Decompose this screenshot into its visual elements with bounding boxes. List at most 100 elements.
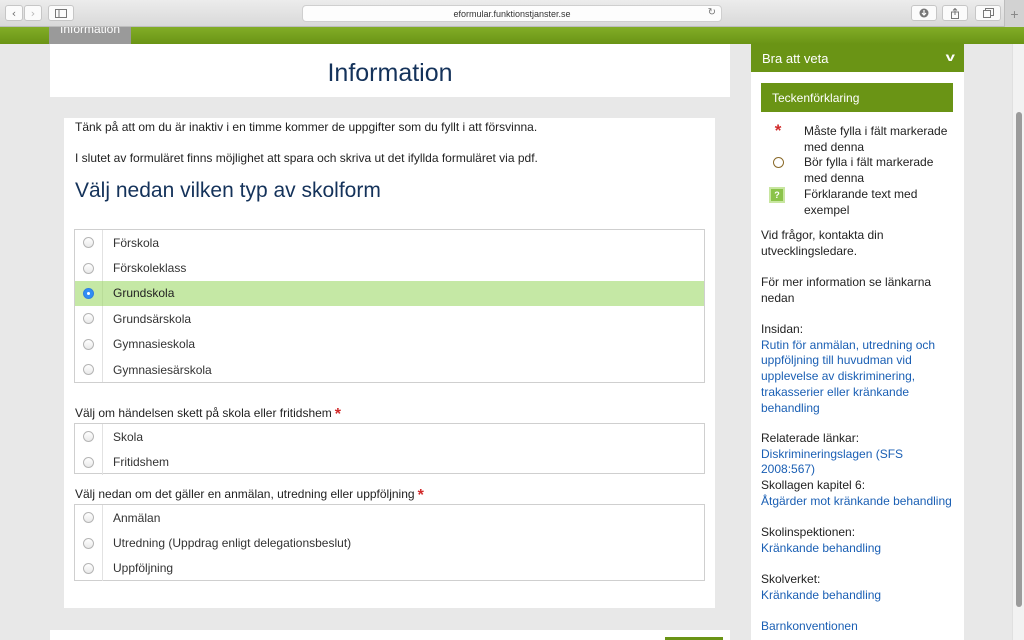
sidebar-header-title: Bra att veta xyxy=(762,50,829,66)
school-type-heading: Välj nedan vilken typ av skolform xyxy=(75,179,381,202)
barnkonventionen-link[interactable]: Barnkonventionen xyxy=(761,619,957,635)
insidan-label: Insidan: xyxy=(761,322,804,336)
page-title: Information xyxy=(327,59,453,87)
option-forskoleklass[interactable]: Förskoleklass xyxy=(75,255,704,281)
question-text: Välj nedan om det gäller en anmälan, utr… xyxy=(75,487,415,501)
chevron-down-icon[interactable]: v xyxy=(946,50,955,64)
school-type-options: Förskola Förskoleklass Grundskola Grunds… xyxy=(74,229,705,383)
option-label: Grundsärskola xyxy=(113,311,192,326)
sidebar-toggle-button[interactable] xyxy=(48,5,74,21)
option-label: Uppföljning xyxy=(113,561,174,576)
new-tab-icon[interactable]: + xyxy=(1004,0,1024,27)
radio-button[interactable] xyxy=(83,313,94,325)
radio-button[interactable] xyxy=(83,562,94,574)
skolinspektionen-section: Skolinspektionen: Kränkande behandling xyxy=(761,525,957,556)
option-label: Anmälan xyxy=(113,510,161,525)
location-options: Skola Fritidshem xyxy=(74,423,705,475)
skollagen-label: Skollagen kapitel 6: xyxy=(761,478,866,492)
option-grundsarskola[interactable]: Grundsärskola xyxy=(75,306,704,332)
required-star-icon: * xyxy=(774,121,782,140)
tabs-icon xyxy=(982,8,994,18)
option-label: Utredning (Uppdrag enligt delegationsbes… xyxy=(113,536,352,551)
share-button[interactable] xyxy=(942,5,968,21)
legend-heading: Teckenförklaring xyxy=(761,83,953,112)
option-gymnasieskola[interactable]: Gymnasieskola xyxy=(75,331,704,357)
required-star-icon: * xyxy=(417,487,424,504)
radio-button[interactable] xyxy=(83,262,94,274)
skolverket-link[interactable]: Kränkande behandling xyxy=(761,588,957,604)
next-section-card xyxy=(50,630,730,640)
option-label: Grundskola xyxy=(113,286,175,301)
option-anmalan[interactable]: Anmälan xyxy=(75,505,704,531)
tabs-overview-button[interactable] xyxy=(975,5,1001,21)
option-label: Förskola xyxy=(113,235,160,250)
option-skola[interactable]: Skola xyxy=(75,424,704,450)
insidan-link[interactable]: Rutin för anmälan, utredning och uppfölj… xyxy=(761,338,957,417)
skolinspektionen-label: Skolinspektionen: xyxy=(761,525,856,539)
case-type-question-label: Välj nedan om det gäller en anmälan, utr… xyxy=(75,485,424,504)
intro-text-pdf: I slutet av formuläret finns möjlighet a… xyxy=(75,151,538,165)
related-section: Relaterade länkar: Diskrimineringslagen … xyxy=(761,431,957,478)
option-gymnasiesarskola[interactable]: Gymnasiesärskola xyxy=(75,356,704,383)
sidebar-panel: Teckenförklaring * Måste fylla i fält ma… xyxy=(751,72,964,640)
option-uppfoljning[interactable]: Uppföljning xyxy=(75,555,704,582)
radio-button-selected[interactable] xyxy=(83,287,94,299)
radio-button[interactable] xyxy=(83,237,94,249)
forward-icon[interactable]: › xyxy=(24,5,42,21)
radio-button[interactable] xyxy=(83,338,94,350)
page-scrollbar[interactable] xyxy=(1012,44,1024,640)
radio-button[interactable] xyxy=(83,364,94,376)
skollagen-section: Skollagen kapitel 6: Åtgärder mot kränka… xyxy=(761,478,957,509)
option-label: Förskoleklass xyxy=(113,261,187,276)
legend-text: Förklarande text med exempel xyxy=(804,187,918,217)
legend-text: Måste fylla i fält markerade med denna xyxy=(804,124,948,154)
sidebar-icon xyxy=(55,8,67,18)
contact-text: Vid frågor, kontakta din utvecklingsleda… xyxy=(761,228,884,258)
option-label: Skola xyxy=(113,429,144,444)
top-nav-bar: Information xyxy=(0,27,1024,44)
option-label: Gymnasieskola xyxy=(113,337,196,352)
skolinspektionen-link[interactable]: Kränkande behandling xyxy=(761,541,957,557)
case-type-options: Anmälan Utredning (Uppdrag enligt delega… xyxy=(74,504,705,582)
barnkonventionen-section: Barnkonventionen xyxy=(761,619,957,635)
help-icon: ? xyxy=(769,187,785,203)
option-fritidshem[interactable]: Fritidshem xyxy=(75,449,704,475)
option-grundskola[interactable]: Grundskola xyxy=(75,280,704,307)
page-header-card: Information xyxy=(50,44,730,97)
related-label: Relaterade länkar: xyxy=(761,431,860,445)
location-question-label: Välj om händelsen skett på skola eller f… xyxy=(75,404,342,423)
radio-button[interactable] xyxy=(83,431,94,443)
option-utredning[interactable]: Utredning (Uppdrag enligt delegationsbes… xyxy=(75,530,704,556)
back-icon[interactable]: ‹ xyxy=(5,5,23,21)
radio-button[interactable] xyxy=(83,456,94,468)
browser-toolbar: ‹ › eformular.funktionstjanster.se ↻ + xyxy=(0,0,1024,27)
tab-information[interactable]: Information xyxy=(49,27,131,44)
downloads-button[interactable] xyxy=(911,5,937,21)
tab-label: Information xyxy=(59,27,121,36)
legend-text: Bör fylla i fält markerade med denna xyxy=(804,155,934,185)
legend-row-required: * Måste fylla i fält markerade med denna xyxy=(771,121,951,155)
share-icon xyxy=(951,7,959,19)
legend-row-optional: Bör fylla i fält markerade med denna xyxy=(771,154,951,186)
option-forskola[interactable]: Förskola xyxy=(75,230,704,256)
skollagen-link[interactable]: Åtgärder mot kränkande behandling xyxy=(761,494,957,510)
form-card: Tänk på att om du är inaktiv i en timme … xyxy=(64,118,715,608)
reload-icon[interactable]: ↻ xyxy=(708,7,716,18)
insidan-section: Insidan: Rutin för anmälan, utredning oc… xyxy=(761,322,957,416)
question-text: Välj om händelsen skett på skola eller f… xyxy=(75,406,332,420)
skolverket-label: Skolverket: xyxy=(761,572,821,586)
download-icon xyxy=(919,8,929,18)
address-url: eformular.funktionstjanster.se xyxy=(453,8,571,19)
legend-row-help: ? Förklarande text med exempel xyxy=(769,186,951,218)
radio-button[interactable] xyxy=(83,537,94,549)
optional-circle-icon xyxy=(772,157,784,168)
radio-button[interactable] xyxy=(83,512,94,524)
sidebar-header[interactable]: Bra att veta v xyxy=(751,44,964,72)
address-bar[interactable]: eformular.funktionstjanster.se ↻ xyxy=(302,5,722,22)
option-label: Gymnasiesärskola xyxy=(113,362,212,377)
required-star-icon: * xyxy=(334,406,342,423)
skolverket-section: Skolverket: Kränkande behandling xyxy=(761,572,957,603)
option-label: Fritidshem xyxy=(113,455,170,470)
diskrimineringslagen-link[interactable]: Diskrimineringslagen (SFS 2008:567) xyxy=(761,447,957,478)
scrollbar-thumb[interactable] xyxy=(1016,112,1022,607)
